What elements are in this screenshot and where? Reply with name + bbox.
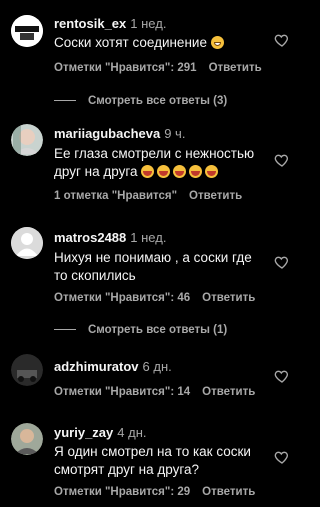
view-replies-button[interactable]: Смотреть все ответы (3) <box>54 95 227 107</box>
tatarin-logo-avatar-icon <box>11 15 43 47</box>
username[interactable]: rentosik_ex <box>54 16 126 31</box>
username[interactable]: matros2488 <box>54 230 126 245</box>
comment-meta: adzhimuratov 6 дн. <box>54 359 172 374</box>
like-heart-icon[interactable] <box>274 368 290 384</box>
reply-button[interactable]: Ответить <box>202 486 255 498</box>
timestamp: 9 ч. <box>164 126 186 141</box>
comment-actions: 1 отметка "Нравится" Ответить <box>54 190 242 202</box>
laughing-emoji-icon <box>141 165 155 178</box>
username[interactable]: mariiagubacheva <box>54 126 160 141</box>
comment-text-content: Соски хотят соединение <box>54 35 207 50</box>
likes-count[interactable]: Отметки "Нравится": 29 <box>54 486 190 498</box>
grinning-emoji-icon <box>210 36 224 49</box>
reply-button[interactable]: Ответить <box>209 62 262 74</box>
timestamp: 1 нед. <box>130 16 167 31</box>
comment-text-line: смотрят друг на друга? <box>54 462 200 477</box>
comment-meta: rentosik_ex 1 нед. <box>54 16 166 31</box>
timestamp: 4 дн. <box>117 425 147 440</box>
woman-photo-avatar-icon <box>11 124 43 156</box>
timestamp: 1 нед. <box>130 230 167 245</box>
comment-text: Нихуя не понимаю , а соски где то скопил… <box>54 249 266 285</box>
likes-count[interactable]: Отметки "Нравится": 291 <box>54 62 197 74</box>
comment-actions: Отметки "Нравится": 14 Ответить <box>54 386 255 398</box>
comment-text-line-with-emojis: друг на друга <box>54 163 266 181</box>
laughing-emoji-icon <box>157 165 171 178</box>
like-heart-icon[interactable] <box>274 32 290 48</box>
username[interactable]: adzhimuratov <box>54 359 139 374</box>
avatar[interactable] <box>11 124 43 156</box>
comment-actions: Отметки "Нравится": 291 Ответить <box>54 62 262 74</box>
like-heart-icon[interactable] <box>274 152 290 168</box>
avatar[interactable] <box>11 423 43 455</box>
reply-button[interactable]: Ответить <box>202 292 255 304</box>
comment-text-line: Нихуя не понимаю , а соски где <box>54 250 252 265</box>
likes-count[interactable]: Отметки "Нравится": 46 <box>54 292 190 304</box>
comment-text: Соски хотят соединение <box>54 34 266 52</box>
comment-actions: Отметки "Нравится": 29 Ответить <box>54 486 255 498</box>
view-replies-label: Смотреть все ответы (3) <box>88 95 228 107</box>
like-heart-icon[interactable] <box>274 254 290 270</box>
view-replies-button[interactable]: Смотреть все ответы (1) <box>54 324 227 336</box>
laughing-emoji-icon <box>205 165 219 178</box>
view-replies-label: Смотреть все ответы (1) <box>88 324 228 336</box>
comment-meta: mariiagubacheva 9 ч. <box>54 126 185 141</box>
reply-button[interactable]: Ответить <box>189 190 242 202</box>
avatar[interactable] <box>11 15 43 47</box>
default-user-avatar-icon <box>11 227 43 259</box>
laughing-emoji-icon <box>173 165 187 178</box>
reply-button[interactable]: Ответить <box>202 386 255 398</box>
comment-text-line: то скопились <box>54 268 136 283</box>
comment-meta: yuriy_zay 4 дн. <box>54 425 146 440</box>
dark-photo-avatar-icon <box>11 354 43 386</box>
comment-text: Ее глаза смотрели с нежностью друг на др… <box>54 145 266 181</box>
avatar[interactable] <box>11 354 43 386</box>
divider-line <box>54 100 76 102</box>
likes-count[interactable]: 1 отметка "Нравится" <box>54 190 177 202</box>
comment-meta: matros2488 1 нед. <box>54 230 166 245</box>
comment-text: Я один смотрел на то как соски смотрят д… <box>54 443 266 479</box>
divider-line <box>54 329 76 331</box>
comment-text-line: Ее глаза смотрели с нежностью <box>54 146 255 161</box>
username[interactable]: yuriy_zay <box>54 425 113 440</box>
likes-count[interactable]: Отметки "Нравится": 14 <box>54 386 190 398</box>
comment-actions: Отметки "Нравится": 46 Ответить <box>54 292 255 304</box>
like-heart-icon[interactable] <box>274 449 290 465</box>
avatar[interactable] <box>11 227 43 259</box>
man-photo-avatar-icon <box>11 423 43 455</box>
laughing-emoji-icon <box>189 165 203 178</box>
comment-text-line: Я один смотрел на то как соски <box>54 444 251 459</box>
comment-text-line: друг на друга <box>54 164 138 179</box>
timestamp: 6 дн. <box>142 359 172 374</box>
